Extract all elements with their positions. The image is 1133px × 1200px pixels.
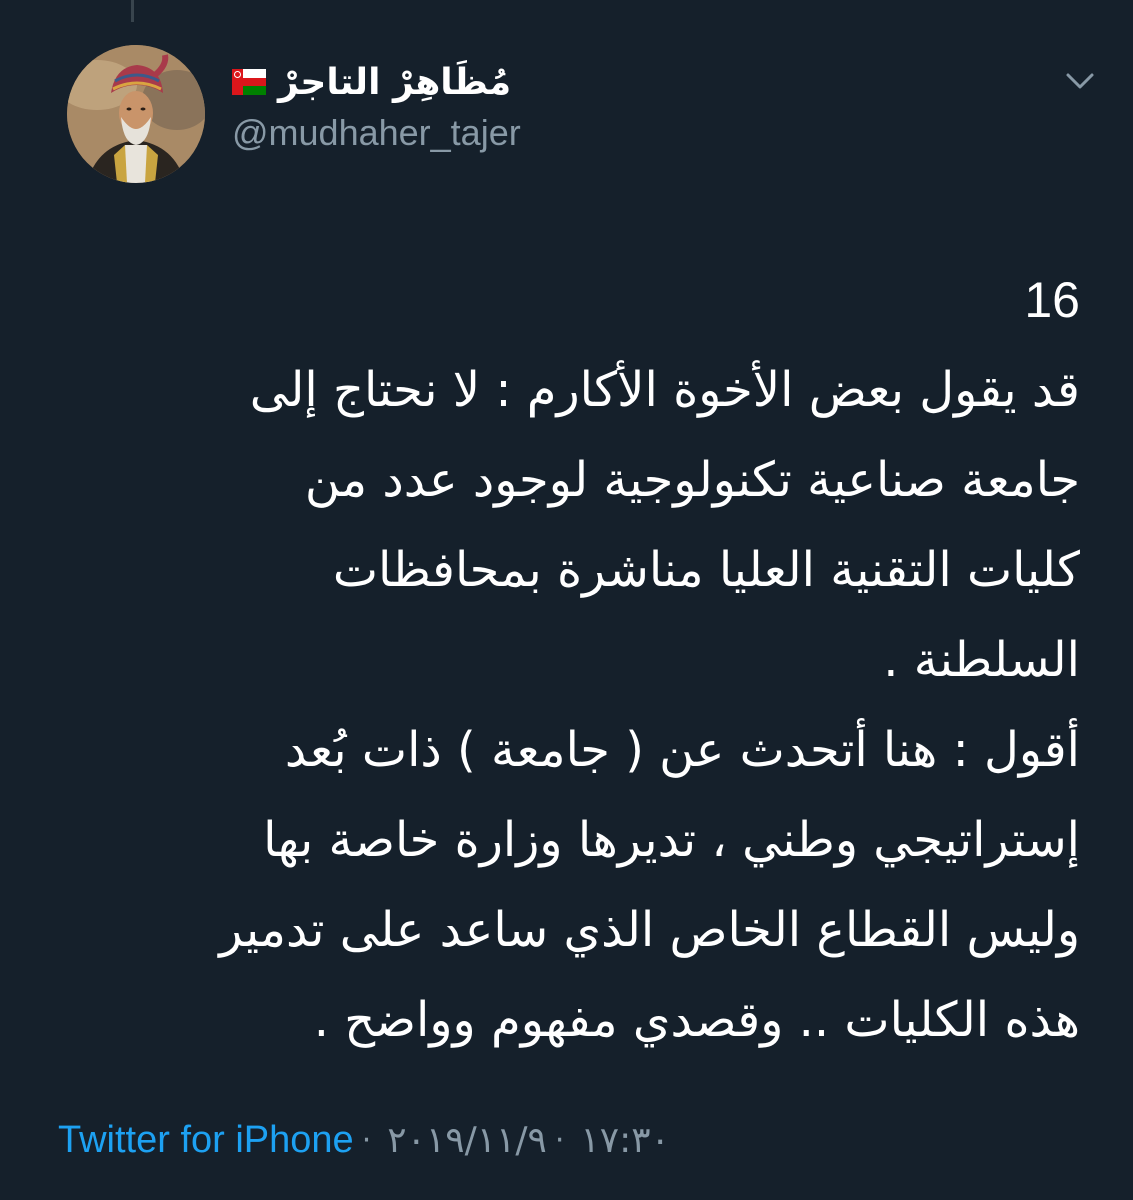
tweet-line: هذه الكليات .. وقصدي مفهوم وواضح . [313, 992, 1080, 1048]
thread-connector-line [131, 0, 134, 22]
author-display-name[interactable]: مُظَاهِرْ التاجرْ [278, 62, 511, 103]
tweet-line: وليس القطاع الخاص الذي ساعد على تدمير [219, 902, 1080, 958]
tweet-text: 16 قد يقول بعض الأخوة الأكارم : لا نحتاج… [50, 255, 1080, 1065]
oman-flag-icon [232, 69, 266, 95]
avatar-portrait-icon [67, 45, 205, 183]
tweet-date[interactable]: ٢٠١٩/١١/٩ [387, 1120, 547, 1161]
tweet-line: السلطنة . [883, 632, 1080, 688]
separator-dot: · [361, 1122, 372, 1158]
author-name-row[interactable]: مُظَاهِرْ التاجرْ [232, 54, 582, 110]
tweet-footer: Twitter for iPhone · ٢٠١٩/١١/٩ · ١٧:٣٠ [58, 1112, 670, 1168]
tweet-line: 16 [1024, 272, 1080, 328]
tweet-time[interactable]: ١٧:٣٠ [580, 1120, 669, 1161]
more-options-button[interactable] [1062, 66, 1098, 94]
tweet-line: إستراتيجي وطني ، تديرها وزارة خاصة بها [263, 812, 1080, 868]
chevron-down-icon [1066, 73, 1094, 89]
tweet-line: كليات التقنية العليا مناشرة بمحافظات [332, 542, 1080, 598]
source-link[interactable]: Twitter for iPhone [58, 1119, 354, 1162]
author-handle[interactable]: @mudhaher_tajer [232, 112, 521, 154]
tweet-screen: مُظَاهِرْ التاجرْ @mudhaher_tajer 16 قد … [0, 0, 1133, 1200]
tweet-line: جامعة صناعية تكنولوجية لوجود عدد من [304, 452, 1080, 508]
avatar[interactable] [67, 45, 205, 183]
tweet-line: قد يقول بعض الأخوة الأكارم : لا نحتاج إل… [249, 362, 1080, 418]
separator-dot: · [554, 1122, 565, 1158]
tweet-line: أقول : هنا أتحدث عن ( جامعة ) ذات بُعد [284, 722, 1080, 778]
